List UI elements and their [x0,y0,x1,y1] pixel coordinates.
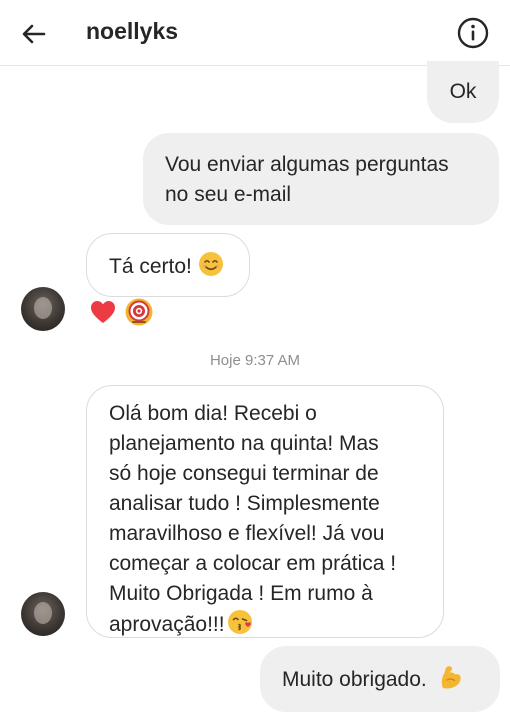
message-text: Tá certo! [109,255,192,278]
avatar[interactable] [21,592,65,636]
message-text-line: Muito Obrigada ! Em rumo à [109,582,373,605]
message-text: Muito obrigado. [282,668,427,691]
arrow-left-icon [22,24,46,44]
kissing-face-icon [227,609,253,644]
chat-header: noellyks [0,0,510,66]
message-reactions[interactable] [88,297,154,327]
message-bubble-outgoing[interactable]: Ok [427,61,499,123]
red-heart-icon [88,297,118,327]
avatar[interactable] [21,287,65,331]
message-bubble-outgoing[interactable]: Vou enviar algumas perguntas no seu e-ma… [143,133,499,225]
message-bubble-incoming[interactable]: Olá bom dia! Recebi o planejamento na qu… [86,385,444,638]
message-text-line: no seu e-mail [165,183,292,206]
message-text-line: analisar tudo ! Simplesmente [109,492,380,515]
message-text-line: planejamento na quinta! Mas [109,432,379,455]
info-circle-icon [457,17,489,49]
message-bubble-outgoing[interactable]: Muito obrigado. [260,646,500,712]
info-button[interactable] [456,16,490,50]
message-text-line: Olá bom dia! Recebi o [109,402,317,425]
message-text: Ok [449,80,477,103]
smiling-face-icon [198,251,224,286]
message-text-line: começar a colocar em prática ! [109,552,397,575]
message-text-line: aprovação!!! [109,613,225,636]
message-bubble-incoming[interactable]: Tá certo! [86,233,250,297]
back-button[interactable] [18,18,50,50]
message-text-line: só hoje consegui terminar de [109,462,379,485]
flexed-biceps-icon [439,664,463,699]
bullseye-icon [124,297,154,327]
message-text-line: Vou enviar algumas perguntas [165,153,449,176]
message-timestamp: Hoje 9:37 AM [209,352,301,369]
message-text-line: maravilhoso e flexível! Já vou [109,522,385,545]
conversation-title[interactable]: noellyks [86,18,178,45]
